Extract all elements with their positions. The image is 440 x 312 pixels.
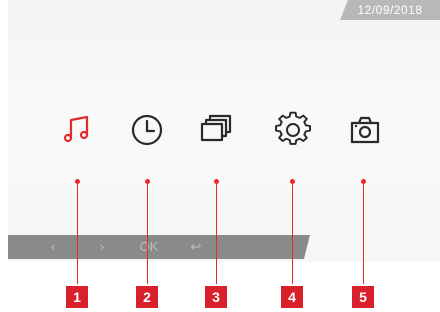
callout-line-1 [77, 184, 78, 284]
callout-line-2 [147, 184, 148, 284]
gallery-icon[interactable] [197, 112, 233, 148]
gear-icon[interactable] [275, 111, 311, 148]
music-note-icon[interactable] [59, 112, 95, 148]
clock-icon[interactable] [129, 112, 165, 148]
nav-right-arrow[interactable]: › [90, 235, 114, 259]
callout-badge-1: 1 [66, 286, 88, 308]
callout-badge-3: 3 [205, 286, 227, 308]
callout-line-5 [363, 184, 364, 284]
callout-badge-5: 5 [352, 286, 374, 308]
nav-back-icon[interactable]: ↩ [184, 235, 208, 259]
navigation-bar: ‹ › OK ↩ [8, 235, 310, 259]
date-display: 12/09/2018 [340, 0, 440, 20]
callout-line-4 [292, 184, 293, 284]
callout-badge-4: 4 [281, 286, 303, 308]
camera-icon[interactable] [347, 112, 383, 148]
callout-line-3 [216, 184, 217, 284]
nav-ok-button[interactable]: OK [137, 235, 161, 259]
callout-badge-2: 2 [136, 286, 158, 308]
nav-left-arrow[interactable]: ‹ [41, 235, 65, 259]
